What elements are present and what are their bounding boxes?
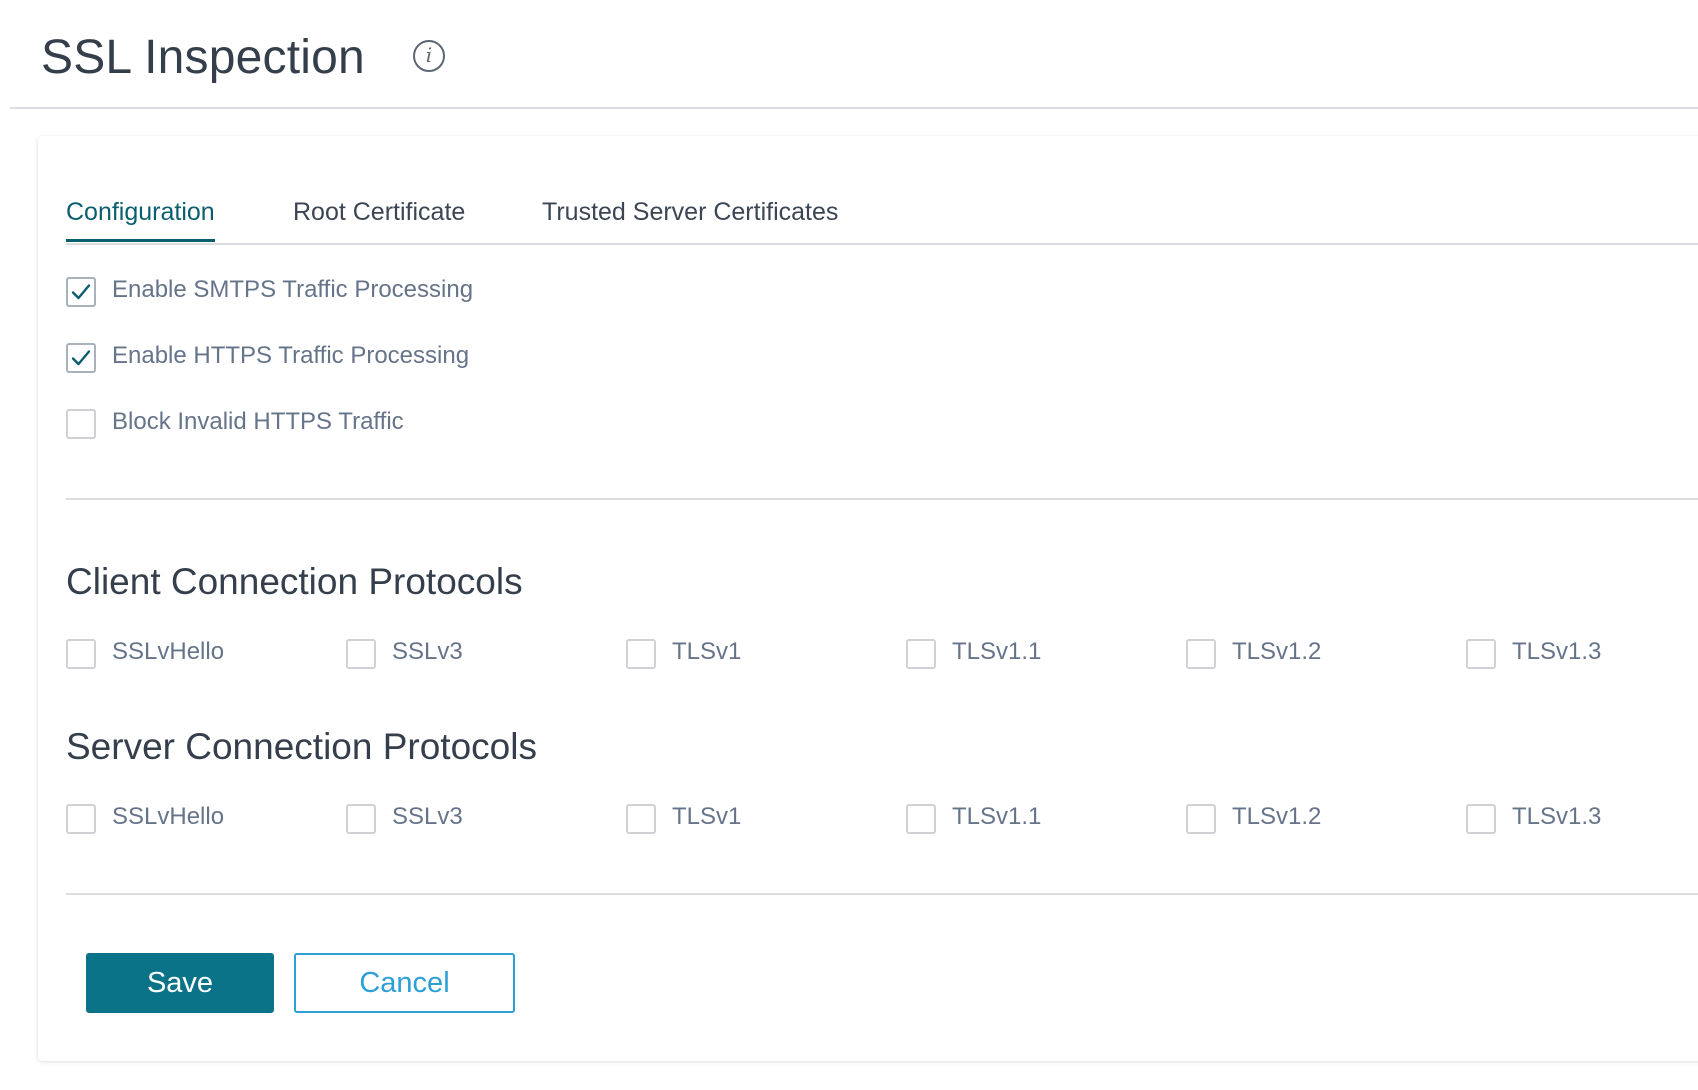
server-tlsv1-3-checkbox[interactable] [1466,804,1496,834]
client-protocols-title: Client Connection Protocols [66,561,523,602]
tab-configuration[interactable]: Configuration [66,198,215,242]
client-sslvhello-label[interactable]: SSLvHello [112,637,224,667]
client-tlsv1-3-label[interactable]: TLSv1.3 [1512,637,1601,667]
server-tlsv1-1-label[interactable]: TLSv1.1 [952,802,1041,832]
divider [66,498,1698,500]
client-tlsv1-checkbox[interactable] [626,639,656,669]
server-sslvhello-checkbox[interactable] [66,804,96,834]
server-tlsv1-3-label[interactable]: TLSv1.3 [1512,802,1601,832]
client-tlsv1-2-label[interactable]: TLSv1.2 [1232,637,1321,667]
enable-smtps-traffic-processing-checkbox[interactable] [66,277,96,307]
server-sslvhello-label[interactable]: SSLvHello [112,802,224,832]
client-tlsv1-2-checkbox[interactable] [1186,639,1216,669]
cancel-button[interactable]: Cancel [294,953,515,1013]
enable-https-traffic-processing-checkbox[interactable] [66,343,96,373]
server-tlsv1-2-checkbox[interactable] [1186,804,1216,834]
server-sslv3-checkbox[interactable] [346,804,376,834]
checkmark-icon [71,284,91,300]
page-header: SSL Inspection i [10,0,1698,109]
page-title: SSL Inspection [41,31,365,84]
info-icon[interactable]: i [413,40,445,72]
server-sslv3-label[interactable]: SSLv3 [392,802,463,832]
server-tlsv1-checkbox[interactable] [626,804,656,834]
client-sslvhello-checkbox[interactable] [66,639,96,669]
client-sslv3-label[interactable]: SSLv3 [392,637,463,667]
block-invalid-https-traffic-label[interactable]: Block Invalid HTTPS Traffic [112,407,404,437]
client-tlsv1-1-checkbox[interactable] [906,639,936,669]
save-button[interactable]: Save [86,953,274,1013]
divider [66,893,1698,895]
client-tlsv1-1-label[interactable]: TLSv1.1 [952,637,1041,667]
checkmark-icon [71,350,91,366]
enable-smtps-traffic-processing-label[interactable]: Enable SMTPS Traffic Processing [112,275,473,305]
client-tlsv1-3-checkbox[interactable] [1466,639,1496,669]
client-tlsv1-label[interactable]: TLSv1 [672,637,741,667]
server-tlsv1-1-checkbox[interactable] [906,804,936,834]
tab-bar: Configuration Root Certificate Trusted S… [66,198,1698,245]
tab-trusted-server-certificates[interactable]: Trusted Server Certificates [542,198,838,239]
server-tlsv1-label[interactable]: TLSv1 [672,802,741,832]
ssl-inspection-panel: Configuration Root Certificate Trusted S… [38,136,1698,1061]
block-invalid-https-traffic-checkbox[interactable] [66,409,96,439]
server-tlsv1-2-label[interactable]: TLSv1.2 [1232,802,1321,832]
server-protocols-title: Server Connection Protocols [66,726,537,767]
client-sslv3-checkbox[interactable] [346,639,376,669]
tab-root-certificate[interactable]: Root Certificate [293,198,465,239]
enable-https-traffic-processing-label[interactable]: Enable HTTPS Traffic Processing [112,341,469,371]
